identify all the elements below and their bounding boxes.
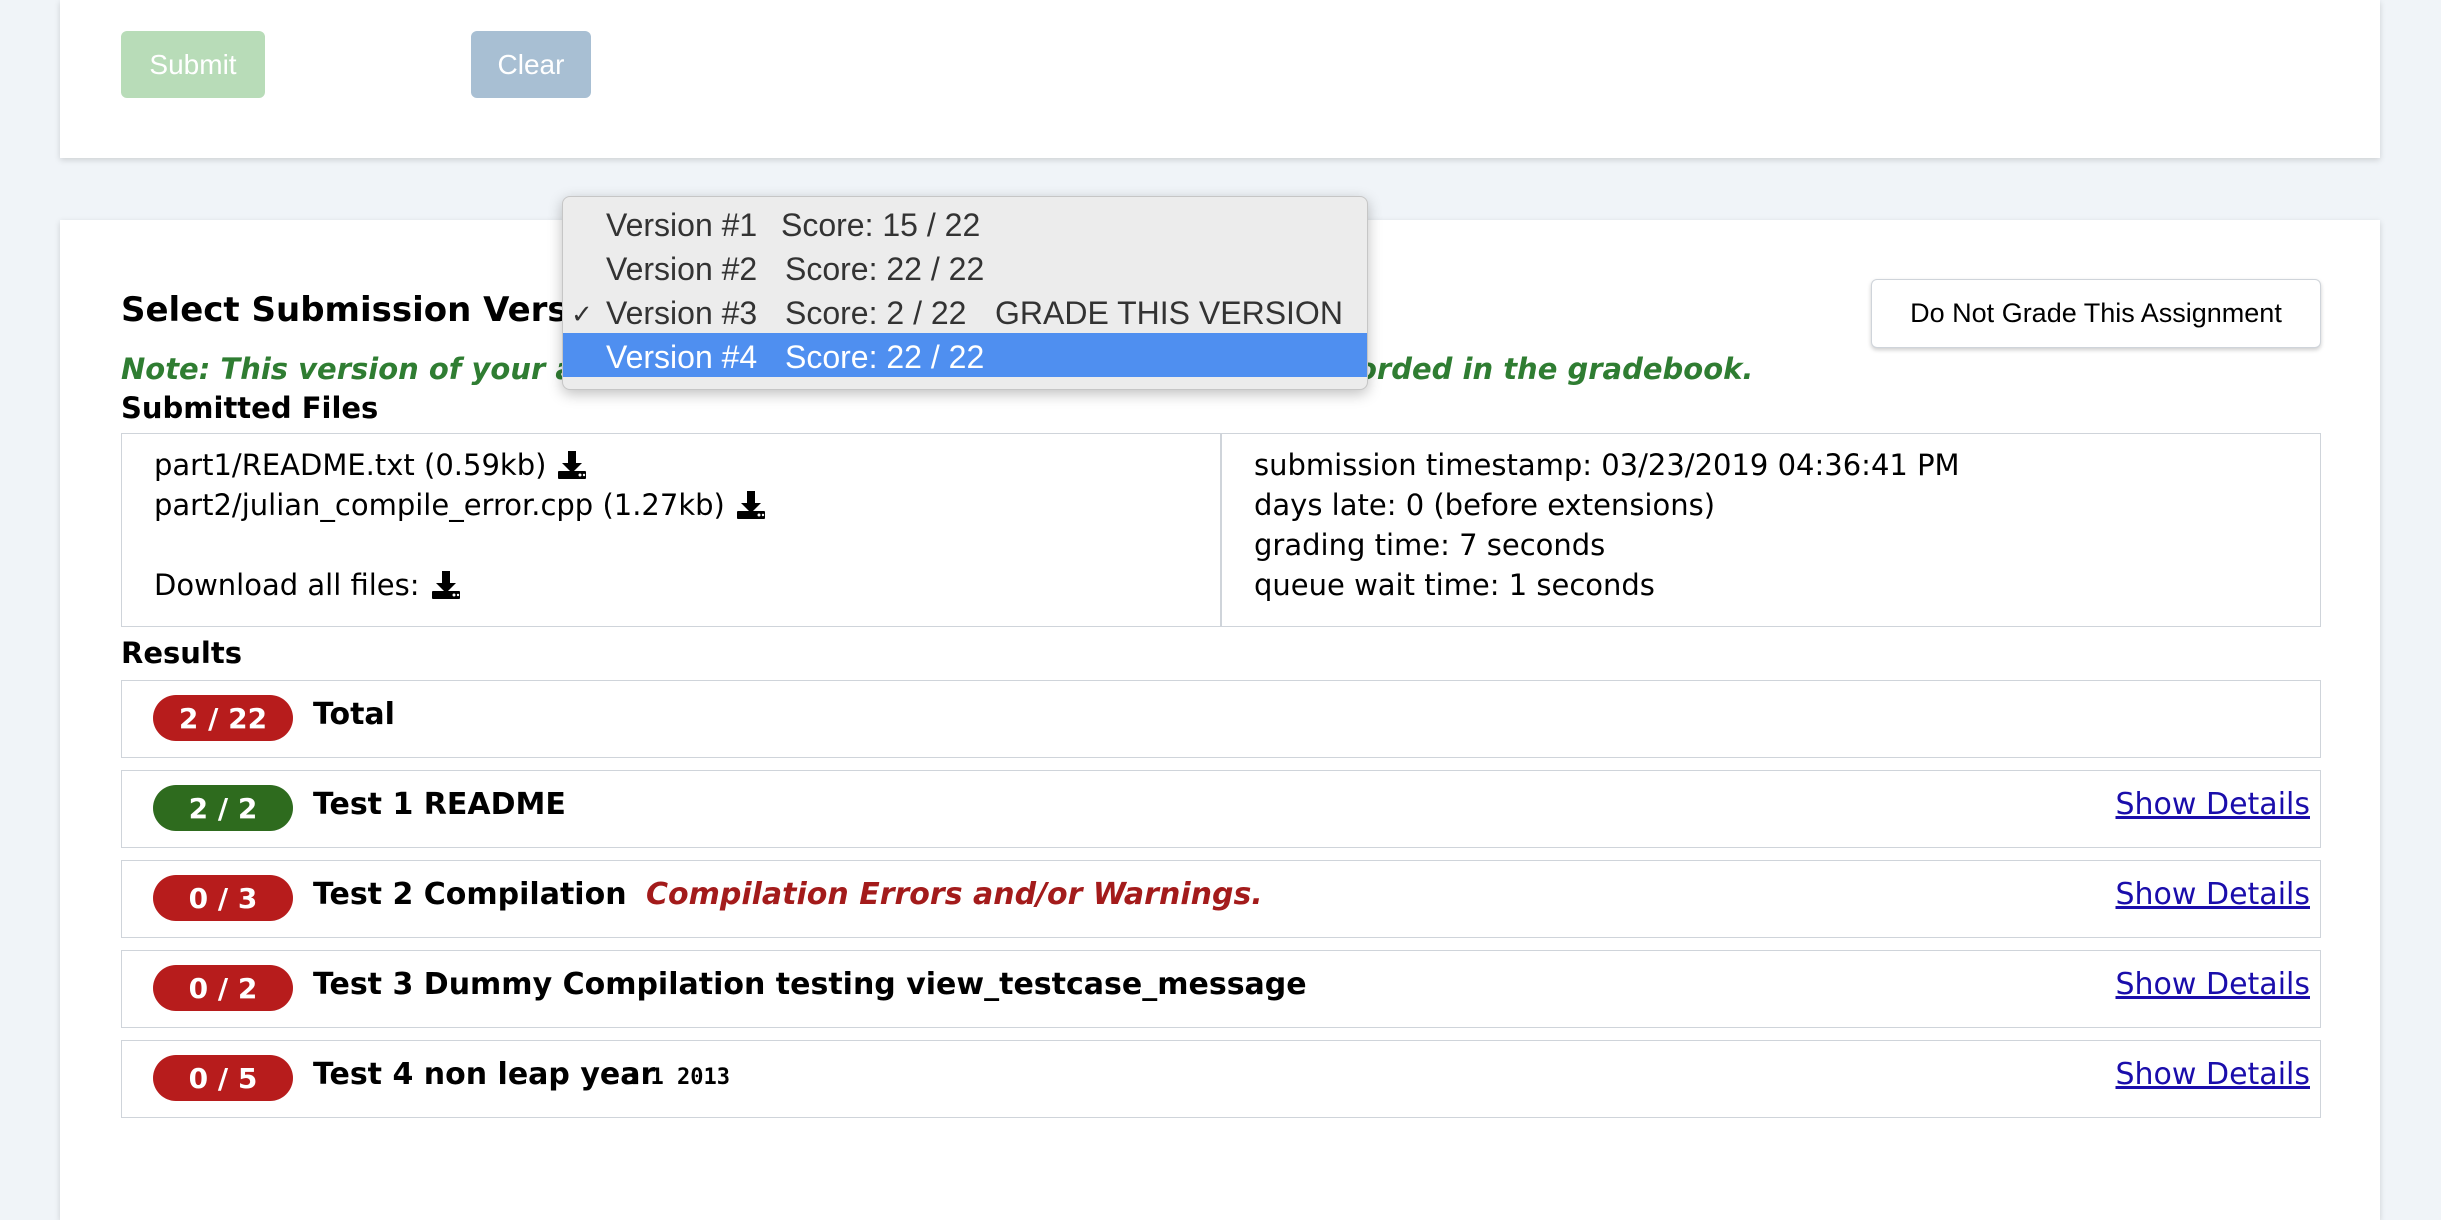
show-details-link[interactable]: Show Details (2116, 787, 2311, 822)
results-heading: Results (121, 636, 242, 670)
test-score-badge: 0 / 5 (153, 1055, 293, 1101)
version-option-number: Version #1 (606, 207, 758, 243)
version-option-number: Version #2 (606, 251, 758, 287)
result-total-row: 2 / 22 Total (121, 680, 2321, 758)
test-title: Test 2 Compilation (313, 877, 627, 912)
do-not-grade-button[interactable]: Do Not Grade This Assignment (1871, 279, 2321, 348)
version-option-tag: GRADE THIS VERSION (995, 295, 1343, 331)
file-item: part1/README.txt (0.59kb) (154, 448, 588, 482)
test-row: 2 / 2 Test 1 README Show Details (121, 770, 2321, 848)
submitted-files-box: part1/README.txt (0.59kb) part2/julian_c… (121, 433, 1221, 627)
total-score-badge: 2 / 22 (153, 695, 293, 741)
version-option-score: Score: 15 / 22 (781, 207, 981, 243)
test-title: Test 4 non leap year (313, 1057, 656, 1092)
submitted-files-heading: Submitted Files (121, 391, 379, 425)
version-option-score: Score: 22 / 22 (785, 339, 985, 375)
test-title: Test 3 Dummy Compilation testing view_te… (313, 967, 1307, 1002)
compilation-warning-text: Compilation Errors and/or Warnings. (646, 877, 1263, 912)
download-all-icon[interactable] (430, 569, 462, 601)
download-all-row: Download all files: (154, 568, 462, 602)
version-option-highlighted[interactable]: Version #4 Score: 22 / 22 (563, 333, 1367, 377)
total-label: Total (313, 697, 395, 732)
file-name: part2/julian_compile_error.cpp (1.27kb) (154, 488, 725, 522)
test-score-badge: 0 / 2 (153, 965, 293, 1011)
version-select-dropdown[interactable]: Version #1 Score: 15 / 22 Version #2 Sco… (562, 196, 1368, 390)
test-score-badge: 2 / 2 (153, 785, 293, 831)
test-score-badge: 0 / 3 (153, 875, 293, 921)
submission-timestamp: submission timestamp: 03/23/2019 04:36:4… (1254, 448, 1960, 482)
show-details-link[interactable]: Show Details (2116, 877, 2311, 912)
submission-info-box: submission timestamp: 03/23/2019 04:36:4… (1221, 433, 2321, 627)
days-late: days late: 0 (before extensions) (1254, 488, 1716, 522)
show-details-link[interactable]: Show Details (2116, 1057, 2311, 1092)
version-option[interactable]: Version #2 Score: 22 / 22 (563, 245, 1367, 289)
version-option[interactable]: ✓ Version #3 Score: 2 / 22 GRADE THIS VE… (563, 289, 1367, 333)
download-icon[interactable] (735, 489, 767, 521)
clear-button[interactable]: Clear (471, 31, 591, 98)
submit-button[interactable]: Submit (121, 31, 265, 98)
test-title: Test 1 README (313, 787, 566, 822)
submit-form-panel (60, 0, 2380, 158)
version-option-number: Version #3 (606, 295, 758, 331)
test-row: 0 / 3 Test 2 Compilation Compilation Err… (121, 860, 2321, 938)
version-option[interactable]: Version #1 Score: 15 / 22 (563, 201, 1367, 245)
test-row: 0 / 2 Test 3 Dummy Compilation testing v… (121, 950, 2321, 1028)
version-option-number: Version #4 (606, 339, 758, 375)
test-row: 0 / 5 Test 4 non leap year 3 1 2013 Show… (121, 1040, 2321, 1118)
version-note-tail: orded in the gradebook. (1357, 352, 1754, 386)
queue-wait-time: queue wait time: 1 seconds (1254, 568, 1655, 602)
file-name: part1/README.txt (0.59kb) (154, 448, 547, 482)
file-item: part2/julian_compile_error.cpp (1.27kb) (154, 488, 767, 522)
download-all-label: Download all files: (154, 568, 420, 602)
version-option-score: Score: 22 / 22 (785, 251, 985, 287)
show-details-link[interactable]: Show Details (2116, 967, 2311, 1002)
grading-time: grading time: 7 seconds (1254, 528, 1606, 562)
download-icon[interactable] (556, 449, 588, 481)
test-input-args: 3 1 2013 (624, 1065, 730, 1090)
check-icon: ✓ (571, 299, 593, 329)
version-option-score: Score: 2 / 22 (785, 295, 967, 331)
